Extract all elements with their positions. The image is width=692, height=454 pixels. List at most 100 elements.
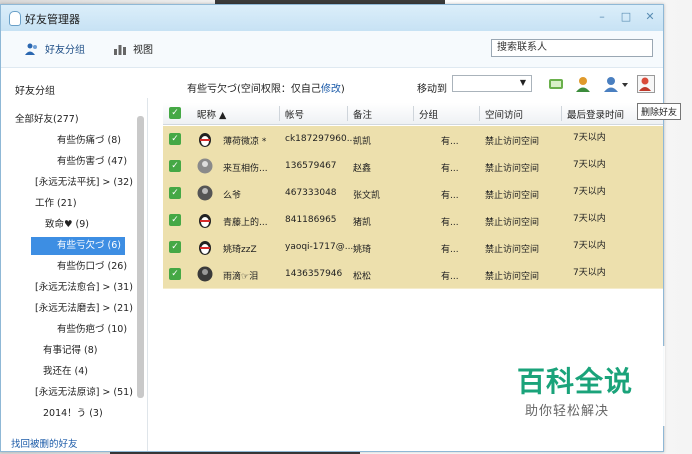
- move-to-label: 移动到: [417, 84, 447, 95]
- delete-friend-tooltip: 删除好友: [637, 103, 682, 120]
- row-remark: 松松: [353, 272, 372, 282]
- row-last-login: 7天以内: [573, 187, 606, 197]
- modify-permission-link[interactable]: 修改: [321, 84, 341, 95]
- title-bar[interactable]: 好友管理器 – □ ✕: [1, 5, 663, 31]
- row-last-login: 7天以内: [573, 241, 606, 251]
- search-input[interactable]: 搜索联系人: [491, 39, 653, 57]
- group-item[interactable]: [永远无法愈合] > (31): [35, 279, 133, 297]
- row-group: 有...: [441, 137, 459, 147]
- row-space-access: 禁止访问空间: [485, 137, 540, 147]
- tab-view-label: 视图: [133, 45, 153, 56]
- row-group: 有...: [441, 164, 459, 174]
- row-nickname: 来互相伤...: [223, 164, 268, 174]
- table-row[interactable]: ✓ 姚琦zzZ yaoqi-1717@... 姚琦 有... 禁止访问空间 7天…: [163, 234, 663, 262]
- group-item-selected[interactable]: 有些亏欠づ (6): [31, 237, 125, 255]
- col-space-access[interactable]: 空间访问: [485, 107, 523, 121]
- group-item[interactable]: 致命♥ (9): [45, 216, 89, 234]
- col-divider[interactable]: [479, 106, 480, 121]
- row-space-access: 禁止访问空间: [485, 245, 540, 255]
- row-account: 1436357946: [285, 269, 343, 279]
- group-item[interactable]: 有些伤痛づ (8): [57, 132, 121, 150]
- photo-avatar-icon: [197, 158, 213, 174]
- group-item[interactable]: 2014！う (3): [43, 405, 103, 423]
- col-group[interactable]: 分组: [419, 107, 438, 121]
- row-group: 有...: [441, 245, 459, 255]
- col-remark[interactable]: 备注: [353, 107, 372, 121]
- sidebar-scrollbar[interactable]: [137, 116, 144, 398]
- row-space-access: 禁止访问空间: [485, 218, 540, 228]
- table-header: ✓ 昵称 ▲ 帐号 备注 分组 空间访问 最后登录时间: [163, 103, 663, 125]
- col-divider[interactable]: [279, 106, 280, 121]
- tab-friend-groups[interactable]: 好友分组: [25, 41, 85, 56]
- window-title: 好友管理器: [25, 13, 80, 26]
- watermark: 百科全说 助你轻松解决: [505, 346, 665, 426]
- group-item[interactable]: 有些伤疤づ (10): [57, 321, 127, 339]
- restore-deleted-friends-link[interactable]: 找回被删的好友: [11, 436, 78, 450]
- watermark-subtitle: 助你轻松解决: [525, 404, 610, 419]
- col-divider[interactable]: [413, 106, 414, 121]
- users-icon: [25, 43, 37, 55]
- app-logo-icon: [9, 11, 21, 26]
- group-item[interactable]: 我还在 (4): [43, 363, 88, 381]
- table-row[interactable]: ✓ 青藤上的... 841186965 猪凯 有... 禁止访问空间 7天以内: [163, 207, 663, 235]
- permission-prefix: 有些亏欠づ(空间权限：仅自己: [187, 84, 321, 95]
- group-item[interactable]: [永远无法原谅] > (51): [35, 384, 133, 402]
- row-checkbox[interactable]: ✓: [169, 133, 181, 145]
- row-last-login: 7天以内: [573, 268, 606, 278]
- table-row[interactable]: ✓ 来互相伤... 136579467 赵鑫 有... 禁止访问空间 7天以内: [163, 153, 663, 181]
- chevron-down-icon: ▼: [519, 78, 526, 87]
- row-group: 有...: [441, 272, 459, 282]
- col-nickname[interactable]: 昵称 ▲: [197, 107, 226, 121]
- maximize-icon[interactable]: □: [619, 10, 633, 24]
- row-last-login: 7天以内: [573, 160, 606, 170]
- row-checkbox[interactable]: ✓: [169, 214, 181, 226]
- select-all-checkbox[interactable]: ✓: [169, 107, 181, 119]
- add-friend-icon[interactable]: [575, 75, 593, 93]
- message-icon[interactable]: [547, 75, 565, 93]
- col-account[interactable]: 帐号: [285, 107, 304, 121]
- table-row[interactable]: ✓ 薄荷微凉 * ck187297960... 凯凯 有... 禁止访问空间 7…: [163, 126, 663, 154]
- group-item[interactable]: 工作 (21): [35, 195, 77, 213]
- row-account: 136579467: [285, 161, 337, 171]
- row-nickname: 么爷: [223, 191, 242, 201]
- group-item[interactable]: 有些伤害づ (47): [57, 153, 127, 171]
- penguin-avatar-icon: [199, 133, 211, 147]
- penguin-avatar-icon: [199, 241, 211, 255]
- close-icon[interactable]: ✕: [643, 10, 657, 24]
- tab-view[interactable]: 视图: [113, 41, 153, 56]
- col-divider[interactable]: [561, 106, 562, 121]
- row-checkbox[interactable]: ✓: [169, 268, 181, 280]
- row-space-access: 禁止访问空间: [485, 272, 540, 282]
- row-account: ck187297960...: [285, 134, 356, 144]
- group-item[interactable]: 全部好友(277): [15, 111, 79, 129]
- row-account: yaoqi-1717@...: [285, 242, 354, 252]
- col-divider[interactable]: [347, 106, 348, 121]
- move-friend-icon[interactable]: [603, 75, 629, 93]
- row-nickname: 雨滴☞泪: [223, 272, 259, 282]
- row-checkbox[interactable]: ✓: [169, 187, 181, 199]
- group-item[interactable]: [永远无法磨去] > (21): [35, 300, 133, 318]
- row-group: 有...: [441, 191, 459, 201]
- group-item[interactable]: 有些伤口づ (26): [57, 258, 127, 276]
- row-checkbox[interactable]: ✓: [169, 241, 181, 253]
- row-nickname: 青藤上的...: [223, 218, 268, 228]
- row-account: 841186965: [285, 215, 337, 225]
- watermark-title: 百科全说: [517, 365, 634, 398]
- photo-avatar-icon: [197, 185, 213, 201]
- table-row[interactable]: ✓ 雨滴☞泪 1436357946 松松 有... 禁止访问空间 7天以内: [163, 261, 663, 289]
- row-remark: 姚琦: [353, 245, 372, 255]
- row-checkbox[interactable]: ✓: [169, 160, 181, 172]
- delete-friend-icon[interactable]: [637, 75, 655, 93]
- move-to-select[interactable]: ▼: [452, 75, 532, 92]
- photo-avatar-icon: [197, 266, 213, 282]
- row-group: 有...: [441, 218, 459, 228]
- tab-friend-groups-label: 好友分组: [45, 45, 85, 56]
- toolbar: 好友分组 视图 搜索联系人: [1, 31, 663, 68]
- group-item[interactable]: 有事记得 (8): [43, 342, 97, 360]
- group-sidebar: 好友分组 全部好友(277) 有些伤痛づ (8) 有些伤害づ (47) [永远无…: [1, 68, 148, 451]
- table-row[interactable]: ✓ 么爷 467333048 张文凯 有... 禁止访问空间 7天以内: [163, 180, 663, 208]
- col-last-login[interactable]: 最后登录时间: [567, 107, 624, 121]
- row-remark: 凯凯: [353, 137, 372, 147]
- minimize-icon[interactable]: –: [595, 10, 609, 24]
- group-item[interactable]: [永远无法平抚] > (32): [35, 174, 133, 192]
